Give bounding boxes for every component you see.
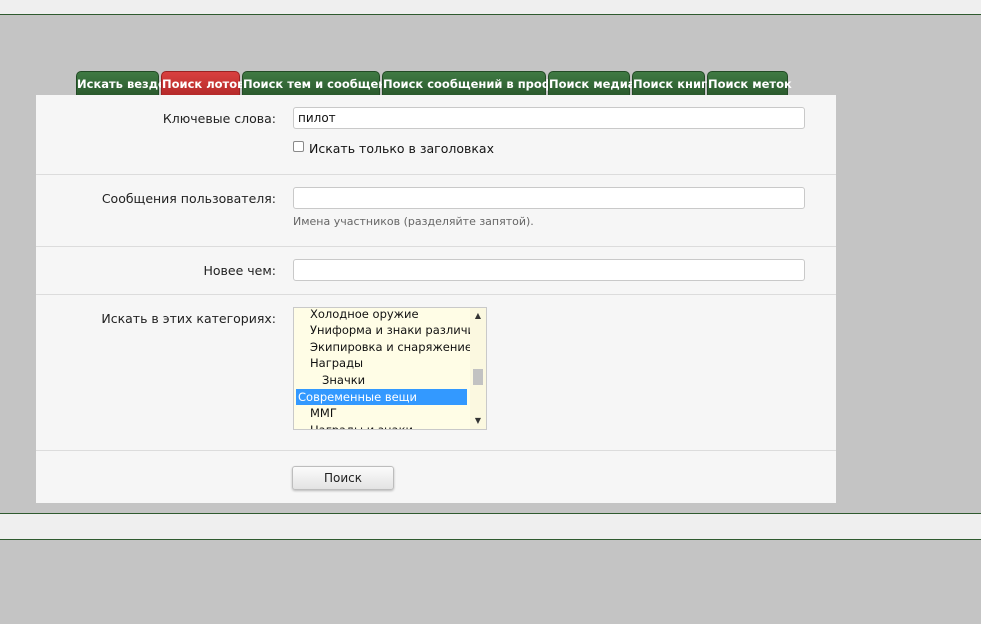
tab-search-threads-posts[interactable]: Поиск тем и сообщений	[242, 71, 402, 95]
search-form-panel: Ключевые слова: Искать только в заголовк…	[36, 95, 836, 503]
category-option[interactable]: Награды и знаки	[296, 422, 467, 429]
user-messages-label: Сообщения пользователя:	[101, 191, 276, 206]
categories-label: Искать в этих категориях:	[101, 311, 276, 326]
bottom-bar	[0, 513, 981, 540]
listbox-scrollbar[interactable]: ▲ ▼	[470, 308, 486, 429]
keywords-input[interactable]	[293, 107, 805, 129]
category-option[interactable]: Униформа и знаки различия	[296, 322, 482, 338]
category-option[interactable]: ММГ	[296, 405, 467, 421]
user-messages-input[interactable]	[293, 187, 805, 209]
user-messages-row: Сообщения пользователя: Имена участников…	[36, 175, 836, 247]
tab-search-profile-posts[interactable]: Поиск сообщений в профиле	[382, 71, 577, 95]
keywords-row: Ключевые слова: Искать только в заголовк…	[36, 95, 836, 175]
newer-than-row: Новее чем:	[36, 247, 836, 295]
titles-only-checkbox[interactable]	[293, 141, 304, 152]
user-messages-hint: Имена участников (разделяйте запятой).	[293, 215, 534, 228]
search-submit-button[interactable]: Поиск	[292, 466, 394, 490]
scroll-down-arrow-icon[interactable]: ▼	[470, 415, 486, 427]
titles-only-label: Искать только в заголовках	[309, 141, 494, 156]
newer-than-input[interactable]	[293, 259, 805, 281]
tab-search-everywhere[interactable]: Искать везде	[76, 71, 166, 95]
keywords-label: Ключевые слова:	[162, 111, 276, 126]
category-option[interactable]: Холодное оружие	[296, 308, 467, 322]
categories-listbox[interactable]: Холодное оружие Униформа и знаки различи…	[293, 307, 487, 430]
tab-search-lots[interactable]: Поиск лотов	[161, 71, 244, 95]
top-bar	[0, 0, 981, 15]
category-option[interactable]: Экипировка и снаряжение	[296, 339, 472, 355]
category-option[interactable]: Значки	[296, 372, 467, 388]
tab-search-books[interactable]: Поиск книг	[632, 71, 707, 95]
scroll-thumb[interactable]	[473, 369, 483, 385]
scroll-up-arrow-icon[interactable]: ▲	[470, 310, 486, 322]
newer-than-label: Новее чем:	[203, 263, 277, 278]
categories-row: Искать в этих категориях: Холодное оружи…	[36, 295, 836, 451]
tab-search-media[interactable]: Поиск медиа	[548, 71, 636, 95]
category-option-selected[interactable]: Современные вещи	[296, 389, 467, 405]
tab-search-tags[interactable]: Поиск меток	[707, 71, 792, 95]
category-option[interactable]: Награды	[296, 355, 467, 371]
